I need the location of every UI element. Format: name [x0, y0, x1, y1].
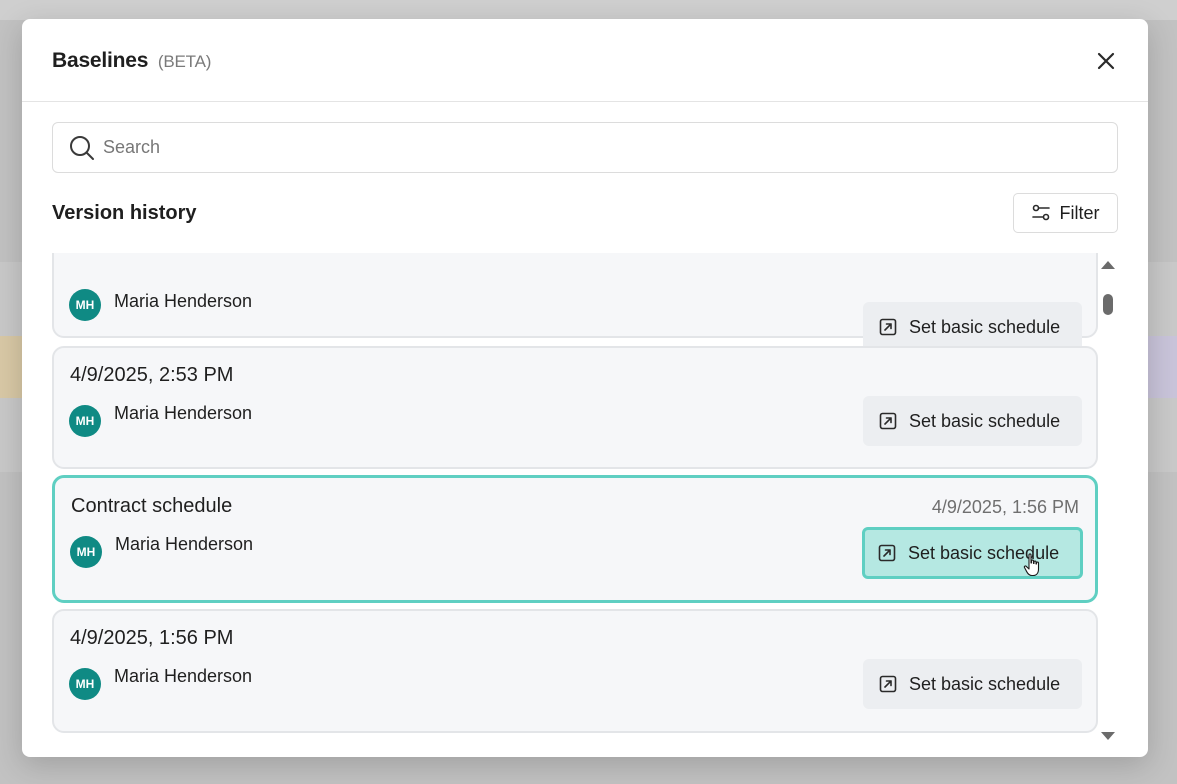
action-label: Set basic schedule [908, 542, 1060, 563]
modal-title-text: Baselines [52, 49, 149, 72]
version-title: 4/9/2025, 1:56 PM [70, 627, 234, 649]
version-list: MH Maria Henderson Set basic schedule 4/… [52, 253, 1098, 733]
background-task-bar [1147, 336, 1177, 398]
baselines-modal: Baselines (BETA) Version history Filter … [22, 19, 1148, 757]
version-title: Contract schedule [71, 495, 233, 517]
version-card[interactable]: 4/9/2025, 2:53 PM MH Maria Henderson Set… [52, 346, 1098, 469]
scroll-down-arrow-icon[interactable] [1101, 732, 1115, 740]
filter-label: Filter [1059, 202, 1100, 223]
background-task-bar [0, 336, 22, 398]
set-basic-schedule-button[interactable]: Set basic schedule [863, 302, 1082, 352]
filter-icon [1031, 204, 1050, 221]
set-basic-schedule-button[interactable]: Set basic schedule [862, 527, 1083, 579]
version-card-selected[interactable]: Contract schedule 4/9/2025, 1:56 PM MH M… [52, 475, 1098, 603]
external-link-icon [879, 318, 897, 336]
external-link-icon [878, 544, 896, 562]
action-label: Set basic schedule [909, 673, 1061, 694]
filter-button[interactable]: Filter [1013, 193, 1118, 233]
external-link-icon [879, 675, 897, 693]
scroll-up-arrow-icon[interactable] [1101, 261, 1115, 269]
version-title: 4/9/2025, 2:53 PM [70, 364, 234, 386]
action-label: Set basic schedule [909, 410, 1061, 431]
version-date: 4/9/2025, 1:56 PM [931, 497, 1079, 517]
search-icon [70, 135, 94, 160]
search-box[interactable] [52, 122, 1118, 173]
author-name: Maria Henderson [114, 403, 253, 423]
beta-tag: (BETA) [157, 52, 212, 71]
author-name: Maria Henderson [114, 666, 253, 686]
author-name: Maria Henderson [115, 534, 254, 554]
avatar: MH [69, 289, 101, 321]
set-basic-schedule-button[interactable]: Set basic schedule [863, 396, 1082, 446]
version-card[interactable]: 4/9/2025, 1:56 PM MH Maria Henderson Set… [52, 609, 1098, 733]
modal-title: Baselines (BETA) [52, 49, 211, 73]
close-button[interactable] [1094, 49, 1118, 73]
close-icon [1097, 52, 1115, 70]
author-name: Maria Henderson [114, 291, 253, 311]
avatar: MH [69, 668, 101, 700]
external-link-icon [879, 412, 897, 430]
action-label: Set basic schedule [909, 316, 1061, 337]
version-card[interactable]: MH Maria Henderson Set basic schedule [52, 253, 1098, 352]
search-input[interactable] [103, 137, 1003, 158]
scroll-thumb[interactable] [1103, 294, 1113, 315]
scrollbar[interactable] [1098, 253, 1118, 740]
background-header [0, 0, 1177, 20]
modal-header: Baselines (BETA) [22, 19, 1148, 102]
set-basic-schedule-button[interactable]: Set basic schedule [863, 659, 1082, 709]
avatar: MH [70, 536, 102, 568]
version-history-title: Version history [52, 202, 197, 224]
avatar: MH [69, 405, 101, 437]
